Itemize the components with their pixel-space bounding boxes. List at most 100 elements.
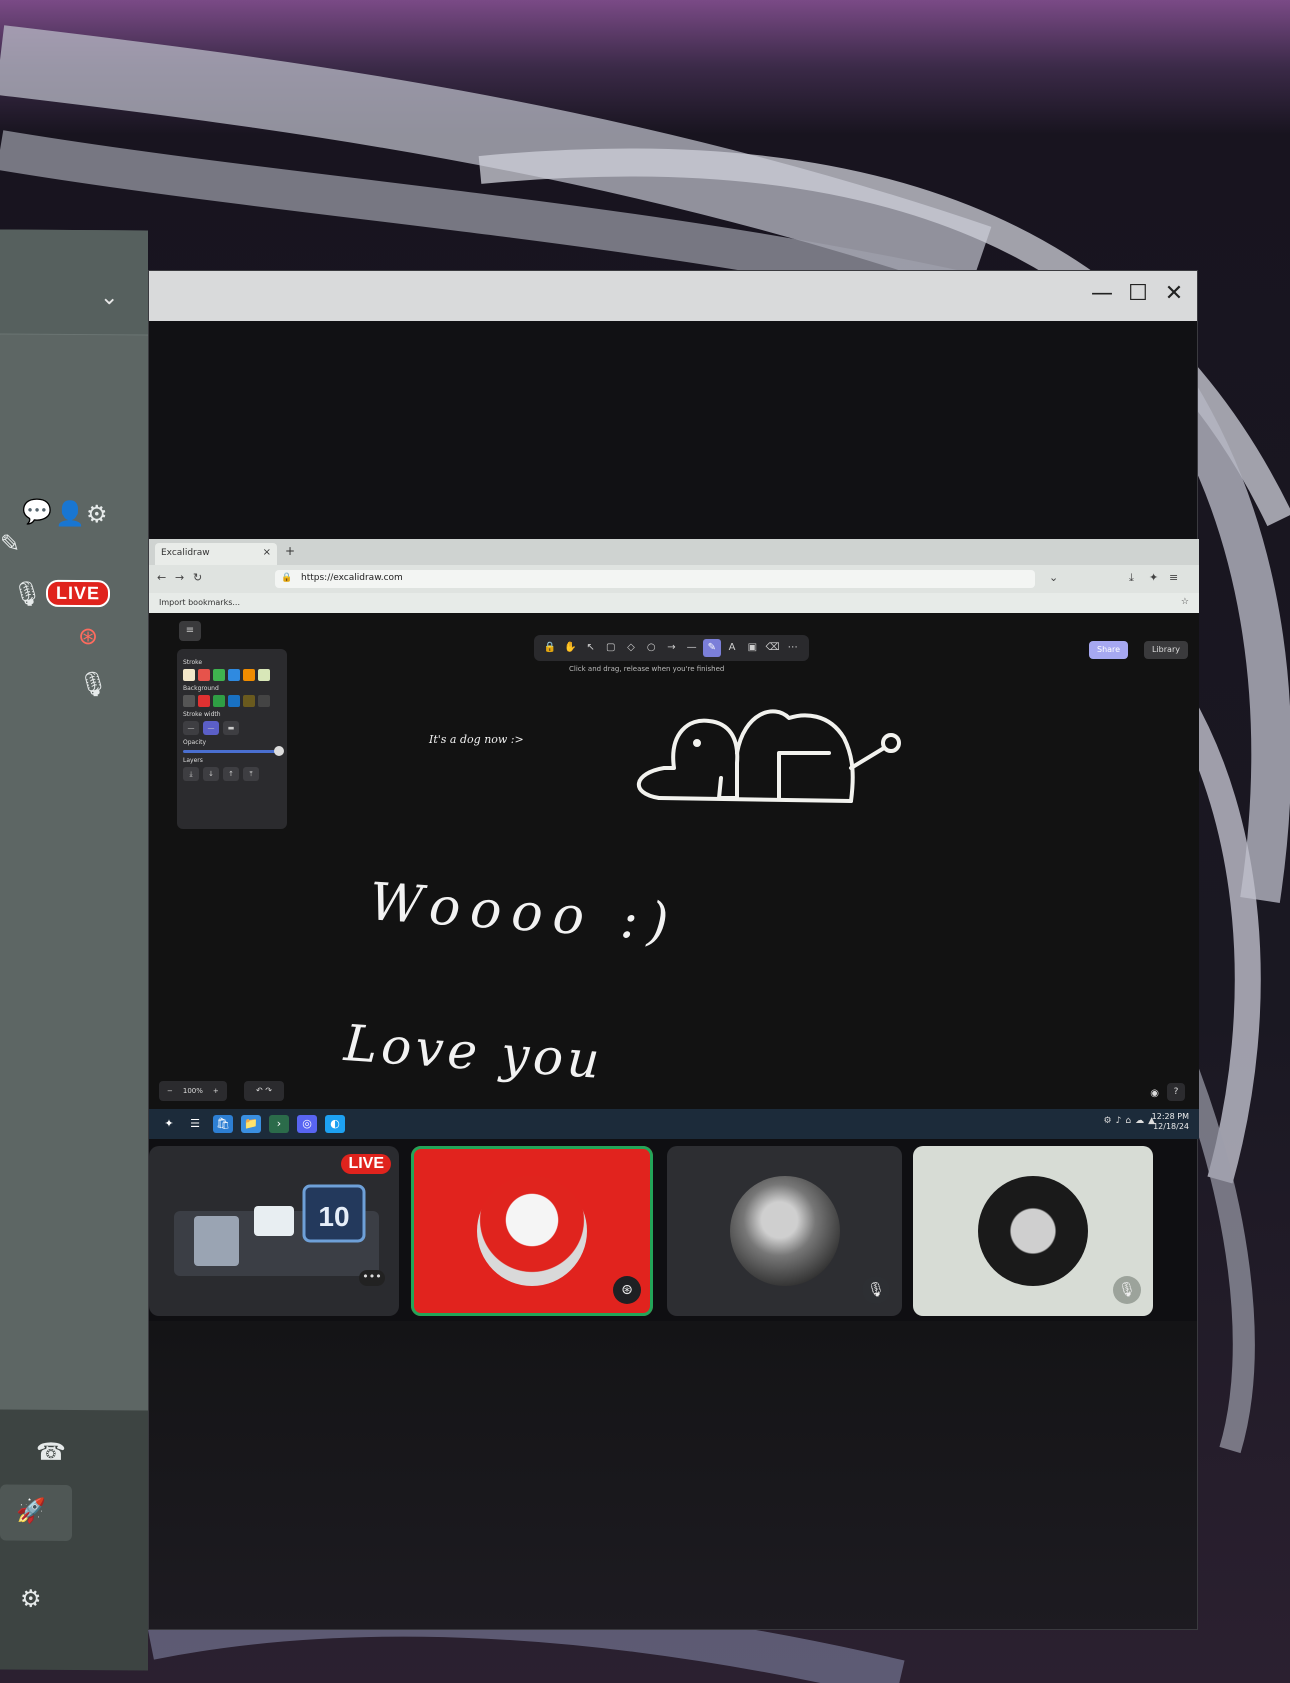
diamond-tool-icon[interactable]: ◇ (622, 639, 640, 657)
stroke-swatches (183, 669, 281, 681)
stream-tile[interactable]: LIVE 10 ••• (149, 1146, 399, 1316)
stage-icon: ⊛ (613, 1276, 641, 1304)
browser-icon[interactable]: ◐ (325, 1115, 345, 1133)
more-tools-icon[interactable]: ⋯ (784, 639, 802, 657)
rocket-icon: 🚀 (16, 1496, 46, 1525)
dog-note-text: It's a dog now :> (429, 733, 524, 746)
background-swatch-0[interactable] (183, 695, 195, 707)
minimize-button[interactable]: — (1087, 281, 1117, 306)
line-tool-icon[interactable]: — (683, 639, 701, 657)
import-bookmarks-link[interactable]: Import bookmarks... (159, 598, 240, 607)
server-header[interactable]: ⌄ (0, 229, 148, 336)
mic-muted-icon: 🎙 (78, 670, 109, 699)
eraser-tool-icon[interactable]: ⌫ (764, 639, 782, 657)
back-icon[interactable]: ← (157, 571, 166, 584)
stroke-extra-bold-button[interactable]: ▬ (223, 721, 239, 735)
stroke-swatch-3[interactable] (228, 669, 240, 681)
stroke-thin-button[interactable]: — (183, 721, 199, 735)
bring-to-front-icon[interactable]: ⤒ (243, 767, 259, 781)
hand-tool-icon[interactable]: ✋ (561, 639, 579, 657)
chevron-down-icon[interactable]: ⌄ (1049, 571, 1058, 584)
rectangle-tool-icon[interactable]: ▢ (602, 639, 620, 657)
system-tray[interactable]: ⚙♪⌂☁▲ (1104, 1116, 1159, 1126)
menu-icon[interactable]: ≡ (1169, 571, 1178, 584)
discord-icon[interactable]: ◎ (297, 1115, 317, 1133)
stroke-swatch-2[interactable] (213, 669, 225, 681)
lock-tool-icon[interactable]: 🔒 (541, 639, 559, 657)
tab-close-icon[interactable]: × (263, 547, 271, 558)
background-swatch-4[interactable] (243, 695, 255, 707)
close-button[interactable]: ✕ (1159, 281, 1189, 306)
live-badge: LIVE (341, 1154, 391, 1174)
zoom-in-button[interactable]: + (213, 1087, 219, 1095)
stream-preview-illustration: 10 (174, 1184, 379, 1276)
text-tool-icon[interactable]: A (723, 639, 741, 657)
opacity-knob[interactable] (274, 746, 284, 756)
bookmarks-bar: Import bookmarks... ☆ (149, 593, 1199, 613)
stroke-swatch-1[interactable] (198, 669, 210, 681)
stroke-swatch-0[interactable] (183, 669, 195, 681)
stroke-width-options: — — ▬ (183, 721, 281, 735)
more-options-icon[interactable]: ••• (359, 1270, 385, 1286)
taskview-icon[interactable]: ☰ (185, 1115, 205, 1133)
maximize-button[interactable]: ☐ (1123, 281, 1153, 306)
stream-lower-area (149, 1321, 1197, 1629)
address-bar[interactable]: 🔒 https://excalidraw.com (275, 570, 1035, 588)
send-to-back-icon[interactable]: ⤓ (183, 767, 199, 781)
activity-button[interactable]: 🚀 (0, 1484, 72, 1541)
stroke-bold-button[interactable]: — (203, 721, 219, 735)
stroke-width-label: Stroke width (183, 711, 221, 718)
avatar (477, 1176, 587, 1286)
layers-label: Layers (183, 757, 203, 764)
stage-icon: ⊛ (78, 622, 99, 651)
stroke-swatch-4[interactable] (243, 669, 255, 681)
widgets-icon[interactable]: ✦ (159, 1115, 179, 1133)
excalidraw-canvas[interactable]: ≡ 🔒 ✋ ↖ ▢ ◇ ○ → — ✎ A ▣ ⌫ ⋯ Click and dr… (149, 613, 1199, 1109)
settings-gear-icon[interactable]: ⚙ (20, 1585, 42, 1613)
pencil-tool-icon[interactable]: ✎ (702, 639, 721, 657)
terminal-icon[interactable]: › (269, 1115, 289, 1133)
chevron-down-icon[interactable]: ⌄ (100, 285, 118, 310)
forward-icon[interactable]: → (175, 571, 184, 584)
help-button[interactable]: ? (1167, 1083, 1185, 1101)
background-swatch-2[interactable] (213, 695, 225, 707)
participant-tile-muted-light[interactable]: 🎙 (913, 1146, 1153, 1316)
download-icon[interactable]: ⤓ (1129, 571, 1134, 585)
arrow-tool-icon[interactable]: → (662, 639, 680, 657)
undo-redo[interactable]: ↶ ↷ (244, 1081, 284, 1101)
github-icon[interactable]: ◉ (1150, 1088, 1159, 1099)
new-tab-button[interactable]: + (285, 544, 295, 558)
select-tool-icon[interactable]: ↖ (582, 639, 600, 657)
background-swatch-3[interactable] (228, 695, 240, 707)
tab-excalidraw[interactable]: Excalidraw × (155, 543, 277, 565)
file-explorer-icon[interactable]: 📁 (241, 1115, 261, 1133)
send-backward-icon[interactable]: ↓ (203, 767, 219, 781)
menu-button[interactable]: ≡ (179, 621, 201, 641)
tab-strip: Excalidraw × + (149, 539, 1199, 565)
participant-tiles: LIVE 10 ••• ⊛ 🎙 🎙 (149, 1146, 1199, 1321)
bookmark-star-icon[interactable]: ☆ (1181, 597, 1189, 607)
share-button[interactable]: Share (1089, 641, 1129, 659)
chat-icon[interactable]: 💬 (22, 498, 52, 526)
store-icon[interactable]: 🛍 (213, 1115, 233, 1133)
bring-forward-icon[interactable]: ↑ (223, 767, 239, 781)
zoom-level[interactable]: 100% (183, 1087, 203, 1095)
participant-tile-muted[interactable]: 🎙 (667, 1146, 902, 1316)
url-text: https://excalidraw.com (301, 573, 403, 583)
background-swatch-5[interactable] (258, 695, 270, 707)
image-tool-icon[interactable]: ▣ (743, 639, 761, 657)
extension-icon[interactable]: ✦ (1149, 571, 1158, 584)
shared-taskbar: ✦ ☰ 🛍 📁 › ◎ ◐ ⚙♪⌂☁▲ 12:28 PM 12/18/24 (149, 1109, 1199, 1139)
add-user-icon[interactable]: 👤 (55, 500, 85, 528)
ellipse-tool-icon[interactable]: ○ (642, 639, 660, 657)
library-button[interactable]: Library (1144, 641, 1188, 659)
opacity-slider[interactable] (183, 746, 284, 756)
participant-tile-speaking[interactable]: ⊛ (411, 1146, 653, 1316)
stroke-swatch-5[interactable] (258, 669, 270, 681)
background-swatch-1[interactable] (198, 695, 210, 707)
zoom-out-button[interactable]: − (167, 1087, 173, 1095)
reload-icon[interactable]: ↻ (193, 571, 202, 584)
disconnect-icon[interactable]: ☎ (36, 1438, 66, 1466)
title-bar: — ☐ ✕ (149, 271, 1197, 321)
gear-icon[interactable]: ⚙ (86, 500, 108, 528)
